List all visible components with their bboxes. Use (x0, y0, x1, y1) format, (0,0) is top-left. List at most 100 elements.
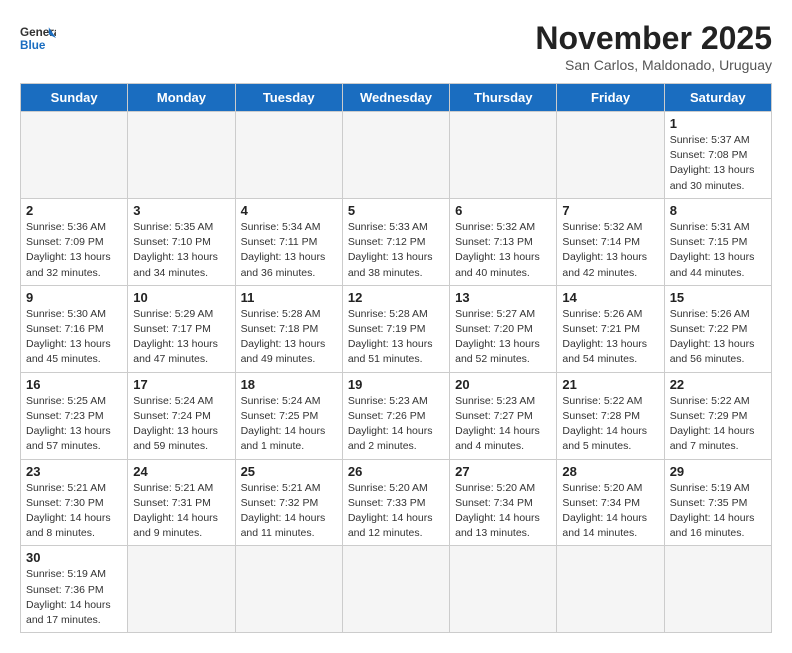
daylight-label: Daylight: 13 hours and 36 minutes. (241, 251, 326, 278)
title-block: November 2025 San Carlos, Maldonado, Uru… (535, 20, 772, 73)
calendar-cell (235, 546, 342, 633)
daylight-label: Daylight: 13 hours and 44 minutes. (670, 251, 755, 278)
calendar-cell: 19Sunrise: 5:23 AMSunset: 7:26 PMDayligh… (342, 372, 449, 459)
day-info: Sunrise: 5:20 AMSunset: 7:34 PMDaylight:… (455, 481, 551, 542)
day-info: Sunrise: 5:23 AMSunset: 7:27 PMDaylight:… (455, 394, 551, 455)
sunrise-label: Sunrise: 5:28 AM (348, 308, 428, 320)
sunset-label: Sunset: 7:22 PM (670, 323, 748, 335)
calendar-cell: 29Sunrise: 5:19 AMSunset: 7:35 PMDayligh… (664, 459, 771, 546)
daylight-label: Daylight: 14 hours and 2 minutes. (348, 425, 433, 452)
daylight-label: Daylight: 14 hours and 12 minutes. (348, 512, 433, 539)
calendar-cell: 28Sunrise: 5:20 AMSunset: 7:34 PMDayligh… (557, 459, 664, 546)
sunset-label: Sunset: 7:13 PM (455, 236, 533, 248)
day-number: 24 (133, 464, 229, 479)
sunrise-label: Sunrise: 5:30 AM (26, 308, 106, 320)
day-info: Sunrise: 5:36 AMSunset: 7:09 PMDaylight:… (26, 220, 122, 281)
day-info: Sunrise: 5:25 AMSunset: 7:23 PMDaylight:… (26, 394, 122, 455)
daylight-label: Daylight: 14 hours and 16 minutes. (670, 512, 755, 539)
day-number: 22 (670, 377, 766, 392)
calendar-body: 1 Sunrise: 5:37 AMSunset: 7:08 PMDaylight… (21, 112, 772, 633)
daylight-label: Daylight: 14 hours and 5 minutes. (562, 425, 647, 452)
day-number: 13 (455, 290, 551, 305)
day-number: 23 (26, 464, 122, 479)
day-number: 5 (348, 203, 444, 218)
day-info: Sunrise: 5:21 AMSunset: 7:32 PMDaylight:… (241, 481, 337, 542)
sunrise-label: Sunrise: 5:34 AM (241, 221, 321, 233)
calendar-cell: 2Sunrise: 5:36 AMSunset: 7:09 PMDaylight… (21, 198, 128, 285)
weekday-header-saturday: Saturday (664, 84, 771, 112)
daylight-label: Daylight: 14 hours and 1 minute. (241, 425, 326, 452)
day-number: 18 (241, 377, 337, 392)
daylight-label: Daylight: 13 hours and 42 minutes. (562, 251, 647, 278)
sunrise-label: Sunrise: 5:32 AM (562, 221, 642, 233)
sunrise-label: Sunrise: 5:24 AM (133, 395, 213, 407)
calendar-cell: 11 Sunrise: 5:28 AM Sunset: 7:18 PM Dayligh… (235, 285, 342, 372)
sunrise-label: Sunrise: 5:33 AM (348, 221, 428, 233)
day-number: 11 (241, 290, 337, 305)
sunrise-label: Sunrise: 5:22 AM (670, 395, 750, 407)
daylight-label: Daylight: 14 hours and 9 minutes. (133, 512, 218, 539)
day-number: 25 (241, 464, 337, 479)
sunset-label: Sunset: 7:20 PM (455, 323, 533, 335)
day-number: 3 (133, 203, 229, 218)
daylight-label: Daylight: 13 hours and 57 minutes. (26, 425, 111, 452)
day-number: 29 (670, 464, 766, 479)
calendar-cell: 23Sunrise: 5:21 AMSunset: 7:30 PMDayligh… (21, 459, 128, 546)
sunset-label: Sunset: 7:34 PM (562, 497, 640, 509)
day-info: Sunrise: 5:24 AMSunset: 7:24 PMDaylight:… (133, 394, 229, 455)
daylight-label: Daylight: 13 hours and 49 minutes. (241, 338, 326, 365)
sunset-label: Sunset: 7:10 PM (133, 236, 211, 248)
sunrise-label: Sunrise: 5:28 AM (241, 308, 321, 320)
day-info: Sunrise: 5:30 AMSunset: 7:16 PMDaylight:… (26, 307, 122, 368)
daylight-label: Daylight: 14 hours and 17 minutes. (26, 599, 111, 626)
sunset-label: Sunset: 7:29 PM (670, 410, 748, 422)
day-info: Sunrise: 5:32 AMSunset: 7:13 PMDaylight:… (455, 220, 551, 281)
day-info: Sunrise: 5:37 AMSunset: 7:08 PMDaylight:… (670, 133, 766, 194)
day-number: 1 (670, 116, 766, 131)
sunrise-label: Sunrise: 5:35 AM (133, 221, 213, 233)
calendar-cell: 21Sunrise: 5:22 AMSunset: 7:28 PMDayligh… (557, 372, 664, 459)
sunset-label: Sunset: 7:15 PM (670, 236, 748, 248)
sunset-label: Sunset: 7:18 PM (241, 323, 319, 335)
sunrise-label: Sunrise: 5:21 AM (133, 482, 213, 494)
month-title: November 2025 (535, 20, 772, 57)
day-info: Sunrise: 5:32 AMSunset: 7:14 PMDaylight:… (562, 220, 658, 281)
sunset-label: Sunset: 7:21 PM (562, 323, 640, 335)
week-row-5: 23Sunrise: 5:21 AMSunset: 7:30 PMDayligh… (21, 459, 772, 546)
daylight-label: Daylight: 14 hours and 7 minutes. (670, 425, 755, 452)
day-info: Sunrise: 5:27 AMSunset: 7:20 PMDaylight:… (455, 307, 551, 368)
day-number: 26 (348, 464, 444, 479)
calendar-cell: 22 Sunrise: 5:22 AM Sunset: 7:29 PM Dayligh… (664, 372, 771, 459)
weekday-header-wednesday: Wednesday (342, 84, 449, 112)
sunset-label: Sunset: 7:27 PM (455, 410, 533, 422)
day-number: 6 (455, 203, 551, 218)
logo-icon: General Blue (20, 20, 56, 56)
sunset-label: Sunset: 7:24 PM (133, 410, 211, 422)
calendar-cell: 18Sunrise: 5:24 AMSunset: 7:25 PMDayligh… (235, 372, 342, 459)
week-row-2: 2Sunrise: 5:36 AMSunset: 7:09 PMDaylight… (21, 198, 772, 285)
weekday-header-tuesday: Tuesday (235, 84, 342, 112)
calendar-cell (342, 112, 449, 199)
day-info: Sunrise: 5:28 AMSunset: 7:19 PMDaylight:… (348, 307, 444, 368)
day-info: Sunrise: 5:21 AMSunset: 7:31 PMDaylight:… (133, 481, 229, 542)
sunrise-label: Sunrise: 5:29 AM (133, 308, 213, 320)
sunrise-label: Sunrise: 5:19 AM (670, 482, 750, 494)
day-number: 30 (26, 550, 122, 565)
day-info: Sunrise: 5:31 AMSunset: 7:15 PMDaylight:… (670, 220, 766, 281)
sunset-label: Sunset: 7:28 PM (562, 410, 640, 422)
day-info: Sunrise: 5:26 AMSunset: 7:22 PMDaylight:… (670, 307, 766, 368)
sunrise-label: Sunrise: 5:21 AM (26, 482, 106, 494)
day-number: 16 (26, 377, 122, 392)
logo: General Blue (20, 20, 56, 56)
weekday-header-friday: Friday (557, 84, 664, 112)
calendar-cell: 16 Sunrise: 5:25 AMSunset: 7:23 PMDayligh… (21, 372, 128, 459)
calendar-cell: 27Sunrise: 5:20 AMSunset: 7:34 PMDayligh… (450, 459, 557, 546)
sunrise-label: Sunrise: 5:36 AM (26, 221, 106, 233)
day-number: 8 (670, 203, 766, 218)
daylight-label: Daylight: 13 hours and 38 minutes. (348, 251, 433, 278)
calendar-cell: 10Sunrise: 5:29 AMSunset: 7:17 PMDayligh… (128, 285, 235, 372)
daylight-label: Daylight: 13 hours and 51 minutes. (348, 338, 433, 365)
calendar-cell: 14Sunrise: 5:26 AMSunset: 7:21 PMDayligh… (557, 285, 664, 372)
calendar-cell: 5Sunrise: 5:33 AMSunset: 7:12 PMDaylight… (342, 198, 449, 285)
day-info: Sunrise: 5:35 AMSunset: 7:10 PMDaylight:… (133, 220, 229, 281)
